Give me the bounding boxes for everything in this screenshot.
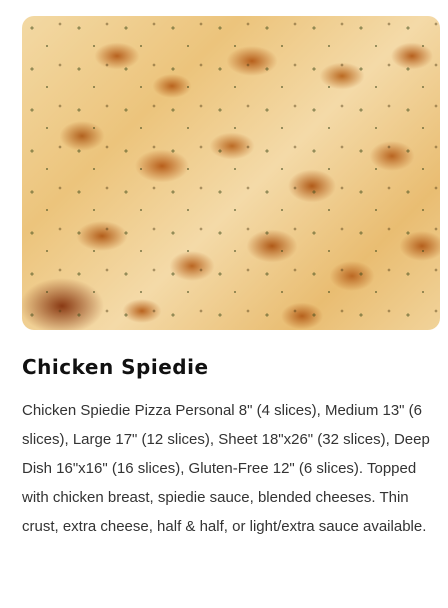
menu-item-description: Chicken Spiedie Pizza Personal 8" (4 sli… <box>22 402 430 535</box>
menu-item-title: Chicken Spiedie <box>22 355 209 379</box>
pizza-photo <box>22 16 440 330</box>
menu-item-card: Chicken Spiedie Chicken Spiedie Pizza Pe… <box>0 0 448 608</box>
